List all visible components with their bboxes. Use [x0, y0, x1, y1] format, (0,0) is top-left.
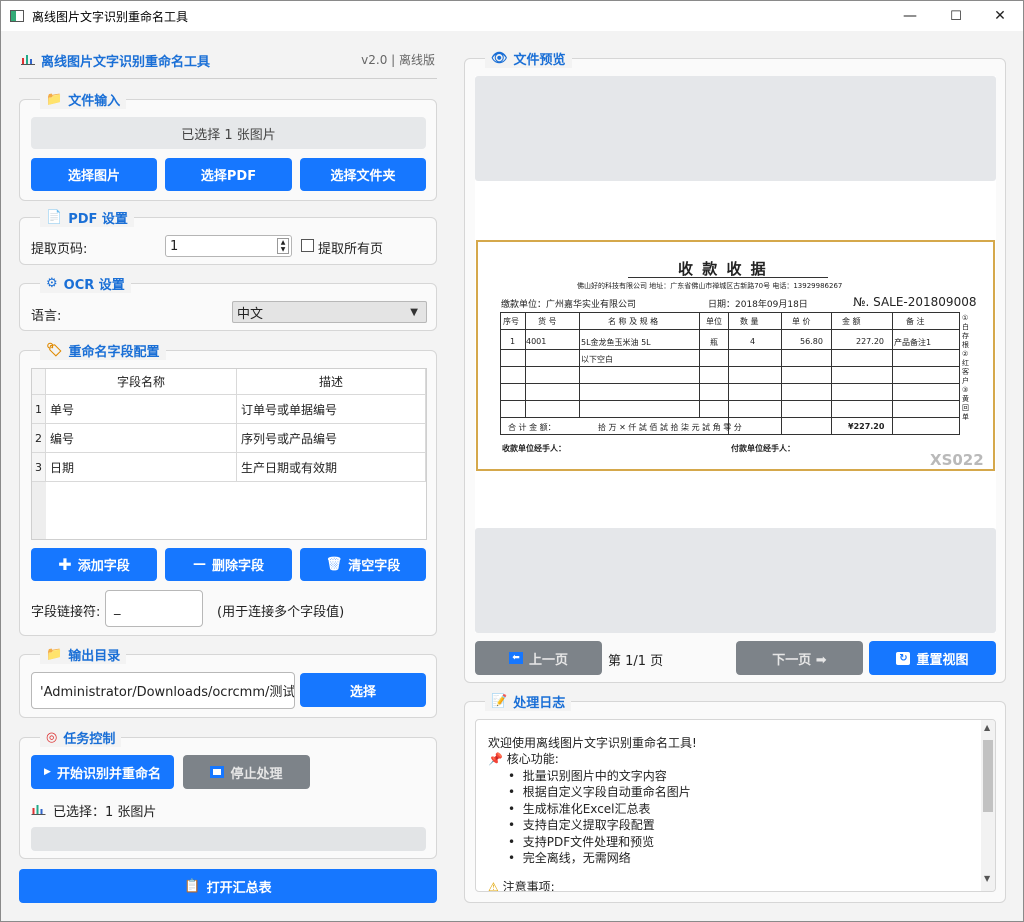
log-textarea[interactable]: 欢迎使用离线图片文字识别重命名工具! 📌 核心功能: • 批量识别图片中的文字内… — [475, 719, 996, 892]
all-pages-checkbox[interactable] — [301, 239, 314, 252]
start-button[interactable]: ▶ 开始识别并重命名 — [31, 755, 174, 789]
scroll-up-icon[interactable]: ▲ — [984, 723, 990, 732]
pdf-settings-title: 📄 PDF 设置 — [40, 208, 134, 227]
preview-title: 👁 文件预览 — [485, 49, 572, 68]
close-button[interactable]: ✕ — [977, 1, 1023, 31]
receipt-image: 收 款 收 据 佛山好的科技有限公司 地址：广东省佛山市禅城区古新路70号 电话… — [476, 240, 995, 471]
column-description[interactable]: 描述 — [237, 369, 426, 395]
eye-icon: 👁 — [491, 51, 508, 66]
next-page-button[interactable]: 下一页 ➡ — [736, 641, 863, 675]
clipboard-icon: 📋 — [184, 878, 201, 894]
page-label: 提取页码: — [31, 242, 88, 257]
target-icon: ◎ — [46, 730, 58, 745]
preview-canvas[interactable]: 收 款 收 据 佛山好的科技有限公司 地址：广东省佛山市禅城区古新路70号 电话… — [475, 76, 996, 633]
add-field-button[interactable]: ✚ 添加字段 — [31, 548, 157, 581]
file-status: 已选择 1 张图片 — [31, 117, 426, 149]
document-icon: 📄 — [46, 210, 63, 225]
table-empty-area — [46, 482, 426, 539]
select-folder-button[interactable]: 选择文件夹 — [300, 158, 426, 191]
gear-icon: ⚙ — [46, 276, 58, 291]
trash-icon: 🗑 — [325, 557, 343, 572]
maximize-button[interactable]: ☐ — [933, 1, 979, 31]
app-header-title: 离线图片文字识别重命名工具 — [41, 55, 211, 70]
all-pages-label: 提取所有页 — [318, 242, 384, 257]
column-field-name[interactable]: 字段名称 — [46, 369, 237, 395]
table-header-row: 字段名称 描述 — [32, 369, 426, 395]
pin-icon: 📌 — [488, 752, 503, 766]
page-spinbox[interactable]: 1 ▲ ▼ — [165, 235, 292, 257]
task-control-title: ◎ 任务控制 — [40, 728, 122, 747]
pdf-settings-group: 📄 PDF 设置 提取页码: 1 ▲ ▼ 提取所有页 — [19, 208, 437, 265]
play-icon: ▶ — [44, 767, 51, 777]
open-summary-button[interactable]: 📋 打开汇总表 — [19, 869, 437, 903]
task-control-group: ◎ 任务控制 ▶ 开始识别并重命名 停止处理 已选择：1 张图片 — [19, 728, 437, 859]
app-icon — [10, 10, 24, 22]
select-images-button[interactable]: 选择图片 — [31, 158, 157, 191]
page-indicator: 第 1/1 页 — [608, 654, 664, 669]
ocr-settings-group: ⚙ OCR 设置 语言: 中文 ▼ — [19, 274, 437, 331]
stop-button[interactable]: 停止处理 — [183, 755, 310, 789]
arrow-left-icon: ⬅ — [508, 652, 523, 664]
output-path-input[interactable]: 'Administrator/Downloads/ocrcmm/测试 — [31, 672, 295, 709]
reset-view-button[interactable]: ↻ 重置视图 — [869, 641, 996, 675]
window-title: 离线图片文字识别重命名工具 — [32, 9, 189, 24]
scroll-thumb[interactable] — [983, 740, 993, 812]
folder-icon: 📁 — [46, 647, 63, 662]
stop-icon — [210, 766, 225, 778]
separator-input[interactable]: _ — [105, 590, 203, 627]
separator-hint: (用于连接多个字段值) — [217, 605, 345, 620]
selected-count: 已选择：1 张图片 — [53, 805, 157, 820]
notepad-icon: 📝 — [491, 694, 508, 709]
table-row[interactable]: 1 单号 订单号或单据编号 — [32, 395, 426, 424]
file-input-group: 📁 文件输入 已选择 1 张图片 选择图片 选择PDF 选择文件夹 — [19, 90, 437, 201]
refresh-icon: ↻ — [896, 651, 911, 665]
progress-bar — [31, 827, 426, 851]
select-pdf-button[interactable]: 选择PDF — [165, 158, 292, 191]
minus-icon: — — [192, 557, 206, 572]
rename-config-title: 🏷 重命名字段配置 — [40, 341, 166, 360]
version-label: v2.0 | 离线版 — [361, 53, 435, 67]
log-title: 📝 处理日志 — [485, 692, 572, 711]
minimize-button[interactable]: — — [887, 1, 933, 31]
output-dir-title: 📁 输出目录 — [40, 645, 127, 664]
spin-arrows-icon[interactable]: ▲ ▼ — [277, 238, 289, 254]
title-bar: 离线图片文字识别重命名工具 — ☐ ✕ — [1, 1, 1023, 31]
preview-group: 👁 文件预览 收 款 收 据 佛山好的科技有限公司 地址：广东省佛山市禅城区古新… — [464, 49, 1006, 683]
table-row[interactable]: 3 日期 生产日期或有效期 — [32, 453, 426, 482]
language-select[interactable]: 中文 ▼ — [232, 301, 427, 323]
bar-chart-icon — [21, 55, 35, 65]
table-row[interactable]: 2 编号 序列号或产品编号 — [32, 424, 426, 453]
app-header: 离线图片文字识别重命名工具 v2.0 | 离线版 — [19, 49, 437, 79]
log-scrollbar[interactable]: ▲ ▼ — [981, 720, 995, 891]
prev-page-button[interactable]: ⬅ 上一页 — [475, 641, 602, 675]
warning-icon: ⚠ — [488, 880, 499, 892]
ocr-settings-title: ⚙ OCR 设置 — [40, 274, 131, 293]
clear-fields-button[interactable]: 🗑 清空字段 — [300, 548, 426, 581]
scroll-down-icon[interactable]: ▼ — [984, 874, 990, 883]
output-dir-group: 📁 输出目录 'Administrator/Downloads/ocrcmm/测… — [19, 645, 437, 718]
tag-icon: 🏷 — [46, 343, 63, 358]
rename-config-group: 🏷 重命名字段配置 字段名称 描述 1 单号 订单号或单据编号 2 编号 序列号… — [19, 341, 437, 636]
folder-icon: 📁 — [46, 92, 63, 107]
file-input-title: 📁 文件输入 — [40, 90, 127, 109]
app-window: 离线图片文字识别重命名工具 — ☐ ✕ 离线图片文字识别重命名工具 v2.0 |… — [0, 0, 1024, 922]
bar-chart-icon — [31, 805, 46, 815]
language-label: 语言: — [31, 309, 62, 324]
log-group: 📝 处理日志 欢迎使用离线图片文字识别重命名工具! 📌 核心功能: • 批量识别… — [464, 692, 1006, 903]
plus-icon: ✚ — [58, 555, 72, 574]
fields-table[interactable]: 字段名称 描述 1 单号 订单号或单据编号 2 编号 序列号或产品编号 3 日期… — [31, 368, 427, 540]
choose-output-button[interactable]: 选择 — [300, 673, 426, 707]
chevron-down-icon: ▼ — [410, 307, 418, 318]
delete-field-button[interactable]: — 删除字段 — [165, 548, 292, 581]
separator-label: 字段链接符: — [31, 605, 101, 620]
